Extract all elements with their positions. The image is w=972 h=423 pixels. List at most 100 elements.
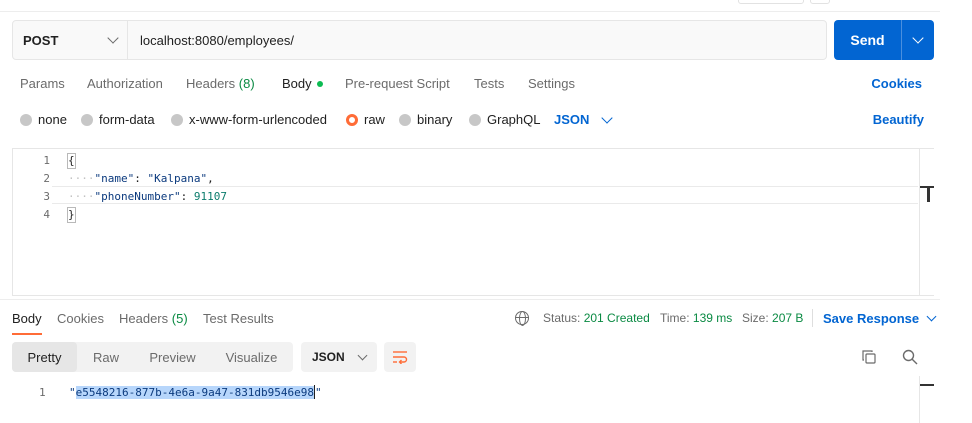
request-url-bar: POST localhost:8080/employees/ — [12, 20, 827, 60]
scroll-marker — [920, 384, 934, 386]
response-tab-body[interactable]: Body — [12, 311, 42, 326]
search-icon[interactable] — [902, 349, 918, 365]
top-divider — [0, 11, 940, 12]
line-number: 4 — [43, 208, 50, 221]
json-key-phone: "phoneNumber" — [94, 190, 181, 203]
save-response-label: Save Response — [823, 311, 920, 326]
response-tab-cookies[interactable]: Cookies — [57, 311, 104, 326]
scroll-thumb[interactable] — [927, 186, 930, 202]
indent-guide: ···· — [68, 172, 95, 185]
size-label: Size: — [742, 311, 769, 325]
radio-icon — [81, 113, 93, 126]
cookies-link[interactable]: Cookies — [871, 76, 922, 91]
response-quote-close: " — [315, 386, 322, 399]
radio-icon — [399, 113, 411, 126]
wrap-lines-button[interactable] — [384, 342, 416, 372]
beautify-button[interactable]: Beautify — [873, 112, 924, 127]
size-value: 207 B — [772, 311, 804, 325]
chevron-down-icon — [926, 311, 937, 322]
status-value: 201 Created — [583, 311, 650, 325]
time-label: Time: — [660, 311, 690, 325]
close-brace: } — [67, 207, 76, 223]
tab-body[interactable]: Body — [282, 76, 323, 91]
tab-tests[interactable]: Tests — [474, 76, 504, 91]
json-value-name: "Kalpana" — [147, 172, 208, 185]
response-uuid-selected: e5548216-877b-4e6a-9a47-831db9546e98 — [75, 386, 315, 399]
body-format-select[interactable]: JSON — [554, 111, 614, 127]
code-line-4: } — [67, 206, 227, 224]
option-binary-label: binary — [417, 112, 453, 127]
top-strip — [0, 0, 972, 12]
response-body-code[interactable]: "e5548216-877b-4e6a-9a47-831db9546e98" — [69, 385, 322, 399]
body-modified-dot — [316, 80, 323, 87]
response-quote-open: " — [69, 386, 76, 399]
globe-icon[interactable] — [515, 311, 529, 326]
json-comma: , — [207, 172, 214, 185]
editor-scrollbar[interactable] — [919, 148, 934, 296]
copy-icon[interactable] — [862, 350, 876, 364]
json-key-name: "name" — [94, 172, 135, 185]
tab-pre-request-script[interactable]: Pre-request Script — [345, 76, 450, 91]
radio-icon — [469, 113, 481, 126]
status-label: Status: — [543, 311, 581, 325]
indent-guide: ···· — [68, 190, 95, 203]
option-form-data-label: form-data — [99, 112, 155, 127]
view-pretty[interactable]: Pretty — [12, 342, 77, 372]
response-tab-headers-label: Headers — [119, 311, 169, 326]
tab-params[interactable]: Params — [20, 76, 65, 91]
response-line-number: 1 — [39, 386, 46, 399]
view-visualize[interactable]: Visualize — [210, 342, 293, 372]
method-label: POST — [23, 32, 59, 48]
code-line-2: ····"name": "Kalpana", — [68, 170, 227, 188]
tab-headers[interactable]: Headers (8) — [186, 76, 255, 91]
response-scrollbar[interactable] — [919, 376, 934, 423]
response-format-label: JSON — [312, 350, 345, 364]
option-none-label: none — [38, 112, 67, 127]
tab-headers-label: Headers — [186, 76, 236, 91]
line-number: 3 — [43, 190, 50, 203]
tab-body-label: Body — [282, 76, 312, 91]
url-input[interactable]: localhost:8080/employees/ — [128, 21, 294, 59]
status-separator — [812, 309, 813, 327]
time-value: 139 ms — [692, 311, 733, 325]
code-line-1: { — [67, 152, 227, 170]
time-info[interactable]: Time: 139 ms — [660, 311, 732, 325]
view-raw[interactable]: Raw — [77, 342, 135, 372]
view-preview[interactable]: Preview — [135, 342, 210, 372]
response-divider[interactable] — [0, 299, 940, 300]
top-ghost-control[interactable] — [738, 0, 804, 4]
save-response-button[interactable]: Save Response — [823, 311, 937, 326]
line-numbers: 1 2 3 4 — [12, 152, 52, 224]
radio-icon — [171, 113, 183, 126]
option-form-data[interactable]: form-data — [81, 112, 155, 127]
response-tab-test-results[interactable]: Test Results — [203, 311, 274, 326]
option-urlencoded[interactable]: x-www-form-urlencoded — [171, 112, 327, 127]
option-raw[interactable]: raw — [346, 112, 385, 127]
chevron-down-icon — [601, 111, 614, 124]
option-urlencoded-label: x-www-form-urlencoded — [189, 112, 327, 127]
response-format-select[interactable]: JSON — [301, 342, 377, 372]
response-tab-headers-count: (5) — [171, 311, 188, 326]
response-tab-headers[interactable]: Headers (5) — [119, 311, 188, 326]
chevron-down-icon — [357, 350, 368, 360]
option-raw-label: raw — [364, 112, 385, 127]
send-button-group: Send — [834, 20, 934, 60]
line-number: 2 — [43, 172, 50, 185]
radio-selected-icon — [346, 113, 358, 126]
top-ghost-control-small[interactable] — [810, 0, 830, 4]
send-options-button[interactable] — [902, 20, 934, 60]
body-format-label: JSON — [554, 112, 590, 127]
send-button[interactable]: Send — [834, 20, 901, 60]
tab-authorization[interactable]: Authorization — [87, 76, 163, 91]
method-select[interactable]: POST — [13, 21, 128, 59]
tab-settings[interactable]: Settings — [528, 76, 575, 91]
code-line-3: ····"phoneNumber": 91107 — [68, 188, 227, 206]
option-binary[interactable]: binary — [399, 112, 452, 127]
open-brace: { — [67, 153, 76, 169]
json-value-phone: 91107 — [193, 190, 227, 203]
status-info[interactable]: Status: 201 Created — [543, 311, 650, 325]
size-info[interactable]: Size: 207 B — [742, 311, 803, 325]
option-none[interactable]: none — [20, 112, 67, 127]
option-graphql[interactable]: GraphQL — [469, 112, 540, 127]
response-view-switcher: Pretty Raw Preview Visualize — [12, 342, 293, 372]
